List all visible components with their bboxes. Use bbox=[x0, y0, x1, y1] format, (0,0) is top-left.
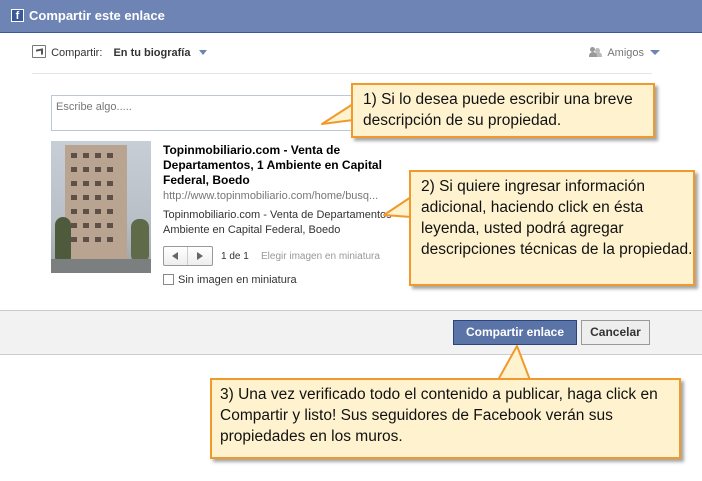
link-url: http://www.topinmobiliario.com/home/busq… bbox=[163, 190, 379, 202]
chevron-down-icon[interactable] bbox=[198, 50, 207, 55]
choose-thumbnail-label: Elegir imagen en miniatura bbox=[261, 251, 380, 262]
link-description[interactable]: Topinmobiliario.com - Venta de Departame… bbox=[163, 208, 403, 238]
facebook-logo-icon: f bbox=[11, 9, 24, 22]
link-thumbnail bbox=[51, 141, 151, 273]
prev-arrow-icon bbox=[172, 252, 178, 260]
thumbnail-count: 1 de 1 bbox=[221, 251, 249, 262]
share-link-button[interactable]: Compartir enlace bbox=[453, 320, 577, 345]
prev-thumbnail-button[interactable] bbox=[164, 247, 188, 265]
dialog-titlebar: f Compartir este enlace bbox=[0, 0, 702, 33]
dialog-title: Compartir este enlace bbox=[29, 8, 165, 23]
share-destination[interactable]: Compartir: En tu biografía bbox=[32, 45, 207, 59]
callout-3: 3) Una vez verificado todo el contenido … bbox=[210, 378, 681, 459]
link-title[interactable]: Topinmobiliario.com - Venta de Departame… bbox=[163, 143, 413, 188]
audience-label: Amigos bbox=[607, 47, 644, 59]
building-photo bbox=[65, 145, 127, 265]
next-thumbnail-button[interactable] bbox=[188, 247, 212, 265]
no-thumbnail-option[interactable]: Sin imagen en miniatura bbox=[163, 274, 297, 286]
no-thumbnail-checkbox[interactable] bbox=[163, 274, 174, 285]
callout-1: 1) Si lo desea puede escribir una breve … bbox=[351, 83, 655, 138]
chevron-down-icon[interactable] bbox=[650, 50, 660, 55]
audience-selector[interactable]: Amigos bbox=[588, 47, 660, 59]
thumbnail-pager bbox=[163, 246, 213, 266]
friends-icon bbox=[588, 47, 602, 57]
share-dialog: f Compartir este enlace Compartir: En tu… bbox=[0, 0, 702, 481]
no-thumbnail-label: Sin imagen en miniatura bbox=[178, 274, 297, 286]
callout-2: 2) Si quiere ingresar información adicio… bbox=[409, 170, 695, 286]
next-arrow-icon bbox=[197, 252, 203, 260]
share-label: Compartir: bbox=[51, 47, 103, 59]
share-target-dropdown[interactable]: En tu biografía bbox=[113, 47, 190, 59]
divider bbox=[32, 73, 652, 74]
share-icon bbox=[32, 45, 46, 58]
cancel-button[interactable]: Cancelar bbox=[581, 320, 650, 345]
